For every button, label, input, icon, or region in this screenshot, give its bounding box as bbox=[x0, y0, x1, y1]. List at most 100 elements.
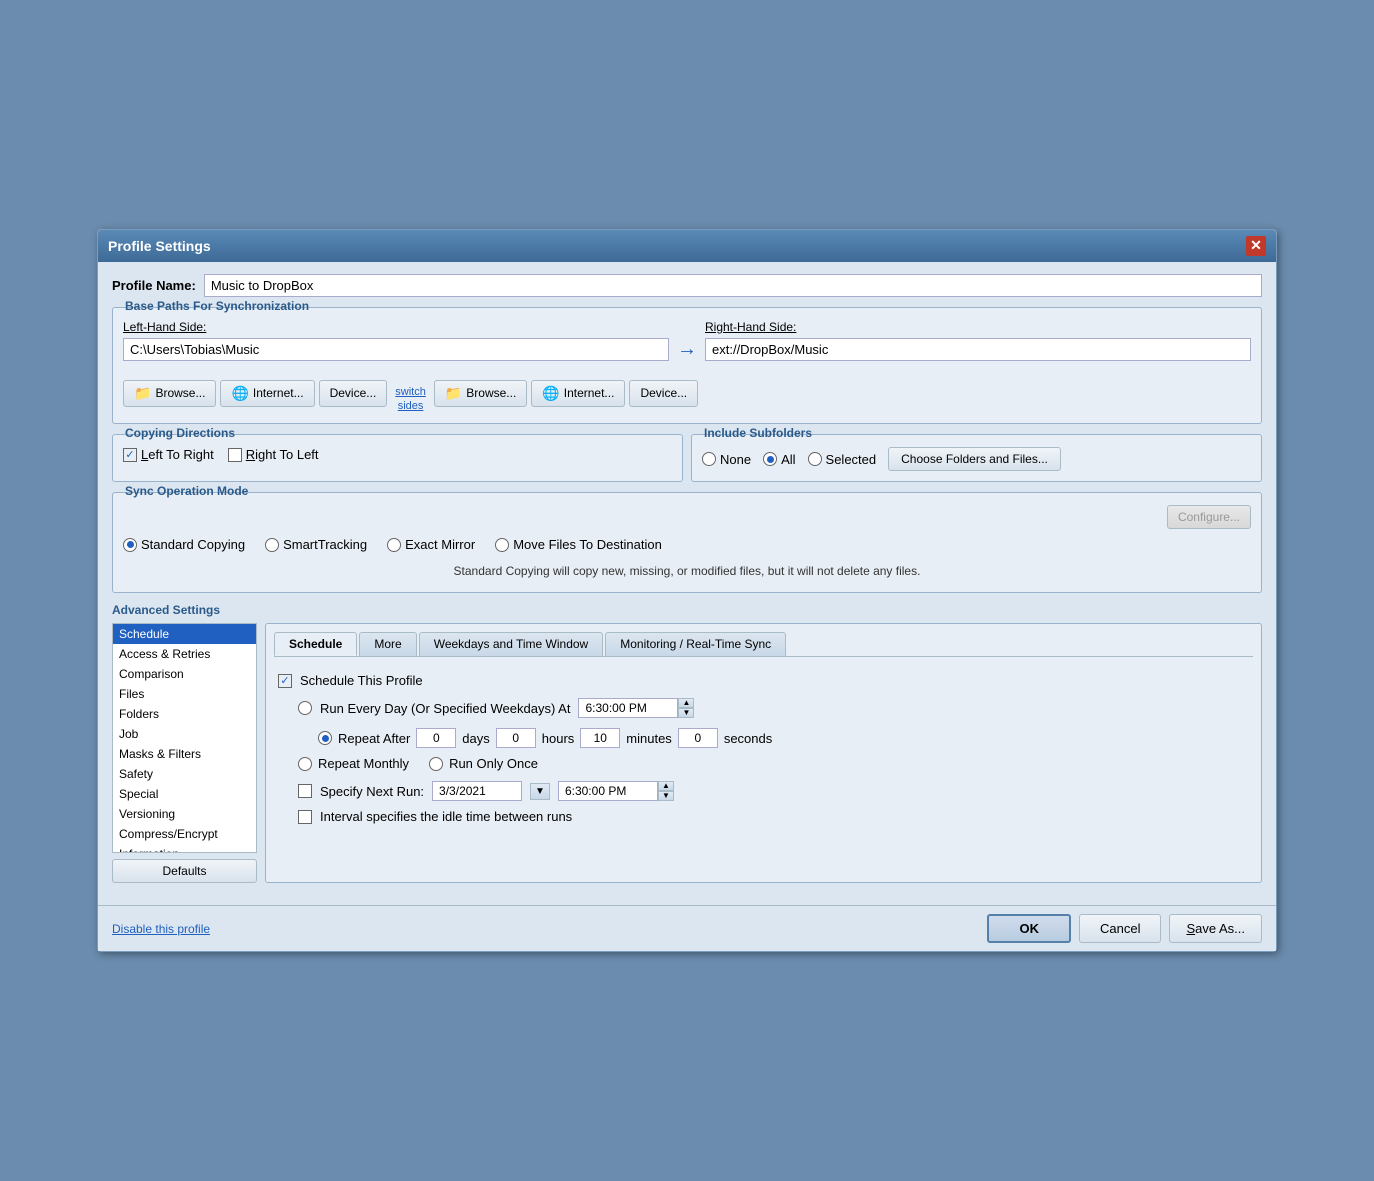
subfolders-all-label: All bbox=[781, 452, 795, 467]
time-up-button[interactable]: ▲ bbox=[678, 698, 694, 708]
repeat-minutes-input[interactable] bbox=[580, 728, 620, 748]
adv-item-schedule[interactable]: Schedule bbox=[113, 624, 256, 644]
subfolders-none-radio[interactable] bbox=[702, 452, 716, 466]
run-every-day-row: Run Every Day (Or Specified Weekdays) At… bbox=[298, 698, 1249, 718]
move-files-radio[interactable] bbox=[495, 538, 509, 552]
smart-tracking-option[interactable]: SmartTracking bbox=[265, 537, 367, 552]
right-to-left-checkbox[interactable] bbox=[228, 448, 242, 462]
ok-button[interactable]: OK bbox=[987, 914, 1071, 943]
exact-mirror-radio[interactable] bbox=[387, 538, 401, 552]
standard-copying-option[interactable]: Standard Copying bbox=[123, 537, 245, 552]
specify-time-up-button[interactable]: ▲ bbox=[658, 781, 674, 791]
defaults-button[interactable]: Defaults bbox=[112, 859, 257, 883]
profile-name-input[interactable] bbox=[204, 274, 1262, 297]
specify-time-down-button[interactable]: ▼ bbox=[658, 791, 674, 801]
adv-item-comparison[interactable]: Comparison bbox=[113, 664, 256, 684]
left-hand-label: Left-Hand Side: bbox=[123, 320, 669, 334]
exact-mirror-option[interactable]: Exact Mirror bbox=[387, 537, 475, 552]
profile-name-row: Profile Name: bbox=[112, 274, 1262, 297]
specify-next-run-checkbox[interactable] bbox=[298, 784, 312, 798]
repeat-after-row: Repeat After days hours minutes seconds bbox=[298, 728, 1249, 748]
specify-date-input[interactable] bbox=[432, 781, 522, 801]
repeat-monthly-row: Repeat Monthly Run Only Once bbox=[298, 756, 1249, 771]
disable-profile-link[interactable]: Disable this profile bbox=[112, 922, 210, 936]
run-time-input[interactable] bbox=[578, 698, 678, 718]
standard-copying-label: Standard Copying bbox=[141, 537, 245, 552]
left-browse-button[interactable]: 📁 Browse... bbox=[123, 380, 216, 407]
interval-checkbox[interactable] bbox=[298, 810, 312, 824]
repeat-hours-input[interactable] bbox=[496, 728, 536, 748]
smart-tracking-radio[interactable] bbox=[265, 538, 279, 552]
run-every-day-radio[interactable] bbox=[298, 701, 312, 715]
adv-item-job[interactable]: Job bbox=[113, 724, 256, 744]
subfolders-selected-radio[interactable] bbox=[808, 452, 822, 466]
adv-item-compress-encrypt[interactable]: Compress/Encrypt bbox=[113, 824, 256, 844]
subfolders-all-radio[interactable] bbox=[763, 452, 777, 466]
base-paths-group: Base Paths For Synchronization Left-Hand… bbox=[112, 307, 1262, 425]
globe-icon-right: 🌐 bbox=[542, 385, 559, 402]
sync-mode-options: Standard Copying SmartTracking Exact Mir… bbox=[123, 537, 1251, 552]
subfolders-selected-option[interactable]: Selected bbox=[808, 452, 877, 467]
time-spinner-group: ▲ ▼ bbox=[578, 698, 694, 718]
specify-time-input[interactable] bbox=[558, 781, 658, 801]
move-files-option[interactable]: Move Files To Destination bbox=[495, 537, 662, 552]
subfolders-content: None All Selected Choose Folders and Fil… bbox=[702, 447, 1251, 471]
subfolders-none-option[interactable]: None bbox=[702, 452, 751, 467]
time-spinner: ▲ ▼ bbox=[678, 698, 694, 718]
subfolders-all-option[interactable]: All bbox=[763, 452, 795, 467]
adv-item-information[interactable]: Information bbox=[113, 844, 256, 853]
close-button[interactable]: ✕ bbox=[1246, 236, 1266, 256]
adv-item-special[interactable]: Special bbox=[113, 784, 256, 804]
globe-icon-left: 🌐 bbox=[231, 385, 248, 402]
right-device-button[interactable]: Device... bbox=[629, 380, 698, 407]
bottom-bar: Disable this profile OK Cancel Save As..… bbox=[98, 905, 1276, 951]
adv-item-files[interactable]: Files bbox=[113, 684, 256, 704]
tab-schedule[interactable]: Schedule bbox=[274, 632, 357, 656]
adv-item-folders[interactable]: Folders bbox=[113, 704, 256, 724]
date-dropdown-button[interactable]: ▼ bbox=[530, 783, 550, 800]
right-to-left-option[interactable]: Right To Left bbox=[228, 447, 319, 462]
bottom-buttons: OK Cancel Save As... bbox=[987, 914, 1262, 943]
advanced-section: Schedule Access & Retries Comparison Fil… bbox=[112, 623, 1262, 883]
configure-row: Configure... bbox=[123, 505, 1251, 533]
time-down-button[interactable]: ▼ bbox=[678, 708, 694, 718]
left-path-input[interactable] bbox=[123, 338, 669, 361]
adv-item-versioning[interactable]: Versioning bbox=[113, 804, 256, 824]
right-browse-button[interactable]: 📁 Browse... bbox=[434, 380, 527, 407]
left-btn-row: 📁 Browse... 🌐 Internet... Device... bbox=[123, 380, 387, 407]
tab-more[interactable]: More bbox=[359, 632, 416, 656]
repeat-monthly-option: Repeat Monthly bbox=[298, 756, 409, 771]
choose-folders-button[interactable]: Choose Folders and Files... bbox=[888, 447, 1061, 471]
repeat-after-radio[interactable] bbox=[318, 731, 332, 745]
schedule-this-profile-checkbox[interactable] bbox=[278, 674, 292, 688]
right-internet-button[interactable]: 🌐 Internet... bbox=[531, 380, 625, 407]
adv-item-masks-filters[interactable]: Masks & Filters bbox=[113, 744, 256, 764]
run-only-once-radio[interactable] bbox=[429, 757, 443, 771]
tab-weekdays[interactable]: Weekdays and Time Window bbox=[419, 632, 604, 656]
subfolders-selected-label: Selected bbox=[826, 452, 877, 467]
left-device-button[interactable]: Device... bbox=[319, 380, 388, 407]
switch-sides-link[interactable]: switchsides bbox=[395, 367, 426, 414]
save-as-button[interactable]: Save As... bbox=[1169, 914, 1262, 943]
left-browse-label: Browse... bbox=[155, 386, 205, 400]
cancel-button[interactable]: Cancel bbox=[1079, 914, 1161, 943]
repeat-seconds-input[interactable] bbox=[678, 728, 718, 748]
left-to-right-checkbox[interactable] bbox=[123, 448, 137, 462]
right-path-input[interactable] bbox=[705, 338, 1251, 361]
right-hand-label: Right-Hand Side: bbox=[705, 320, 1251, 334]
interval-row: Interval specifies the idle time between… bbox=[278, 809, 1249, 824]
configure-button[interactable]: Configure... bbox=[1167, 505, 1251, 529]
tab-monitoring[interactable]: Monitoring / Real-Time Sync bbox=[605, 632, 786, 656]
schedule-this-profile-row: Schedule This Profile bbox=[278, 673, 1249, 688]
left-internet-button[interactable]: 🌐 Internet... bbox=[220, 380, 314, 407]
repeat-monthly-radio[interactable] bbox=[298, 757, 312, 771]
left-side-panel: Left-Hand Side: bbox=[123, 320, 669, 361]
adv-item-access-retries[interactable]: Access & Retries bbox=[113, 644, 256, 664]
adv-item-safety[interactable]: Safety bbox=[113, 764, 256, 784]
repeat-days-input[interactable] bbox=[416, 728, 456, 748]
sync-mode-group: Sync Operation Mode Configure... Standar… bbox=[112, 492, 1262, 593]
run-only-once-label: Run Only Once bbox=[449, 756, 538, 771]
standard-copying-radio[interactable] bbox=[123, 538, 137, 552]
left-to-right-option[interactable]: Left To Right bbox=[123, 447, 214, 462]
right-internet-label: Internet... bbox=[564, 386, 615, 400]
